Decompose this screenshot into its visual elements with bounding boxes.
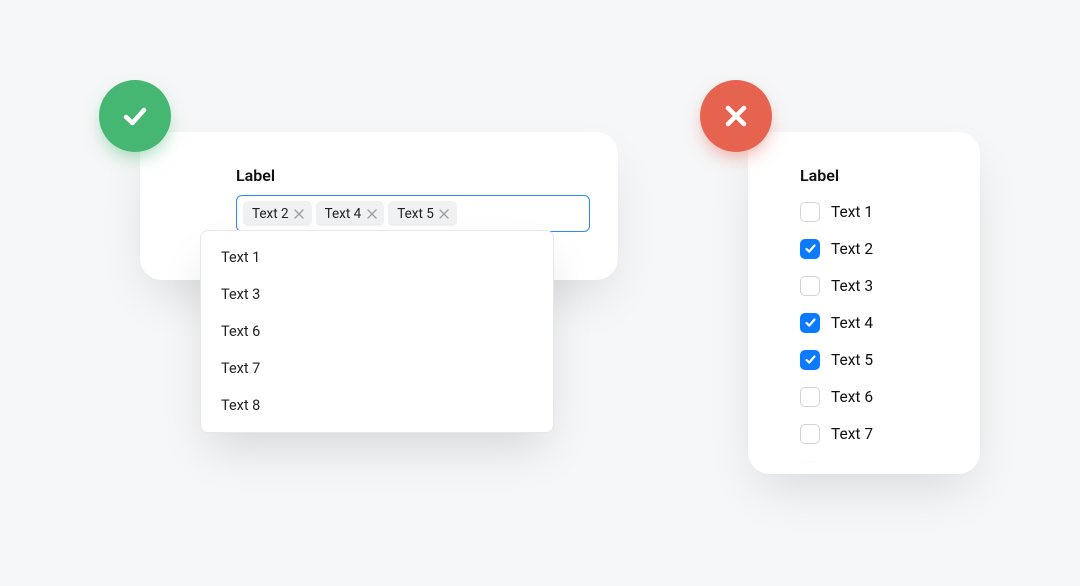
checkbox[interactable]: [800, 350, 820, 370]
do-badge: [99, 80, 171, 152]
checkbox-list: Text 1 Text 2 Text 3 Text 4 Text 5 Text …: [800, 193, 948, 474]
checkbox-label: Text 5: [831, 351, 873, 369]
tag-label: Text 5: [397, 206, 434, 222]
dont-field-label: Label: [800, 166, 948, 185]
tag-multiselect-input[interactable]: Text 2 Text 4 Text 5: [236, 195, 590, 232]
checkbox-label: Text 3: [831, 277, 873, 295]
checkbox-label: Text 2: [831, 240, 873, 258]
checkbox[interactable]: [800, 202, 820, 222]
dropdown-option[interactable]: Text 7: [201, 350, 553, 387]
dropdown-option[interactable]: Text 1: [201, 239, 553, 276]
selected-tag[interactable]: Text 5: [388, 201, 457, 226]
dropdown-option[interactable]: Text 3: [201, 276, 553, 313]
remove-tag-icon[interactable]: [294, 208, 305, 219]
checkbox-label: Text 1: [831, 203, 873, 221]
x-icon: [721, 101, 751, 131]
do-field-label: Label: [236, 166, 582, 185]
dont-example-card: Label Text 1 Text 2 Text 3 Text 4 Text 5…: [748, 132, 980, 474]
checkbox-row[interactable]: Text 2: [800, 230, 948, 267]
selected-tag[interactable]: Text 4: [316, 201, 385, 226]
selected-tag[interactable]: Text 2: [243, 201, 312, 226]
remove-tag-icon[interactable]: [366, 208, 377, 219]
checkbox-label: Text 4: [831, 314, 873, 332]
dropdown-option[interactable]: Text 6: [201, 313, 553, 350]
dont-badge: [700, 80, 772, 152]
tag-dropdown-list[interactable]: Text 1 Text 3 Text 6 Text 7 Text 8: [200, 230, 554, 433]
overflow-fade: [748, 444, 980, 474]
checkbox-row[interactable]: Text 3: [800, 267, 948, 304]
remove-tag-icon[interactable]: [439, 208, 450, 219]
checkbox-row[interactable]: Text 4: [800, 304, 948, 341]
checkbox-row[interactable]: Text 6: [800, 378, 948, 415]
check-icon: [118, 99, 152, 133]
checkbox-row[interactable]: Text 5: [800, 341, 948, 378]
checkbox[interactable]: [800, 239, 820, 259]
checkbox[interactable]: [800, 387, 820, 407]
checkbox-row[interactable]: Text 1: [800, 193, 948, 230]
checkbox[interactable]: [800, 313, 820, 333]
checkbox-label: Text 7: [831, 425, 873, 443]
checkbox[interactable]: [800, 424, 820, 444]
tag-label: Text 2: [252, 206, 289, 222]
checkbox-label: Text 6: [831, 388, 873, 406]
checkbox[interactable]: [800, 276, 820, 296]
tag-label: Text 4: [325, 206, 362, 222]
dropdown-option[interactable]: Text 8: [201, 387, 553, 424]
